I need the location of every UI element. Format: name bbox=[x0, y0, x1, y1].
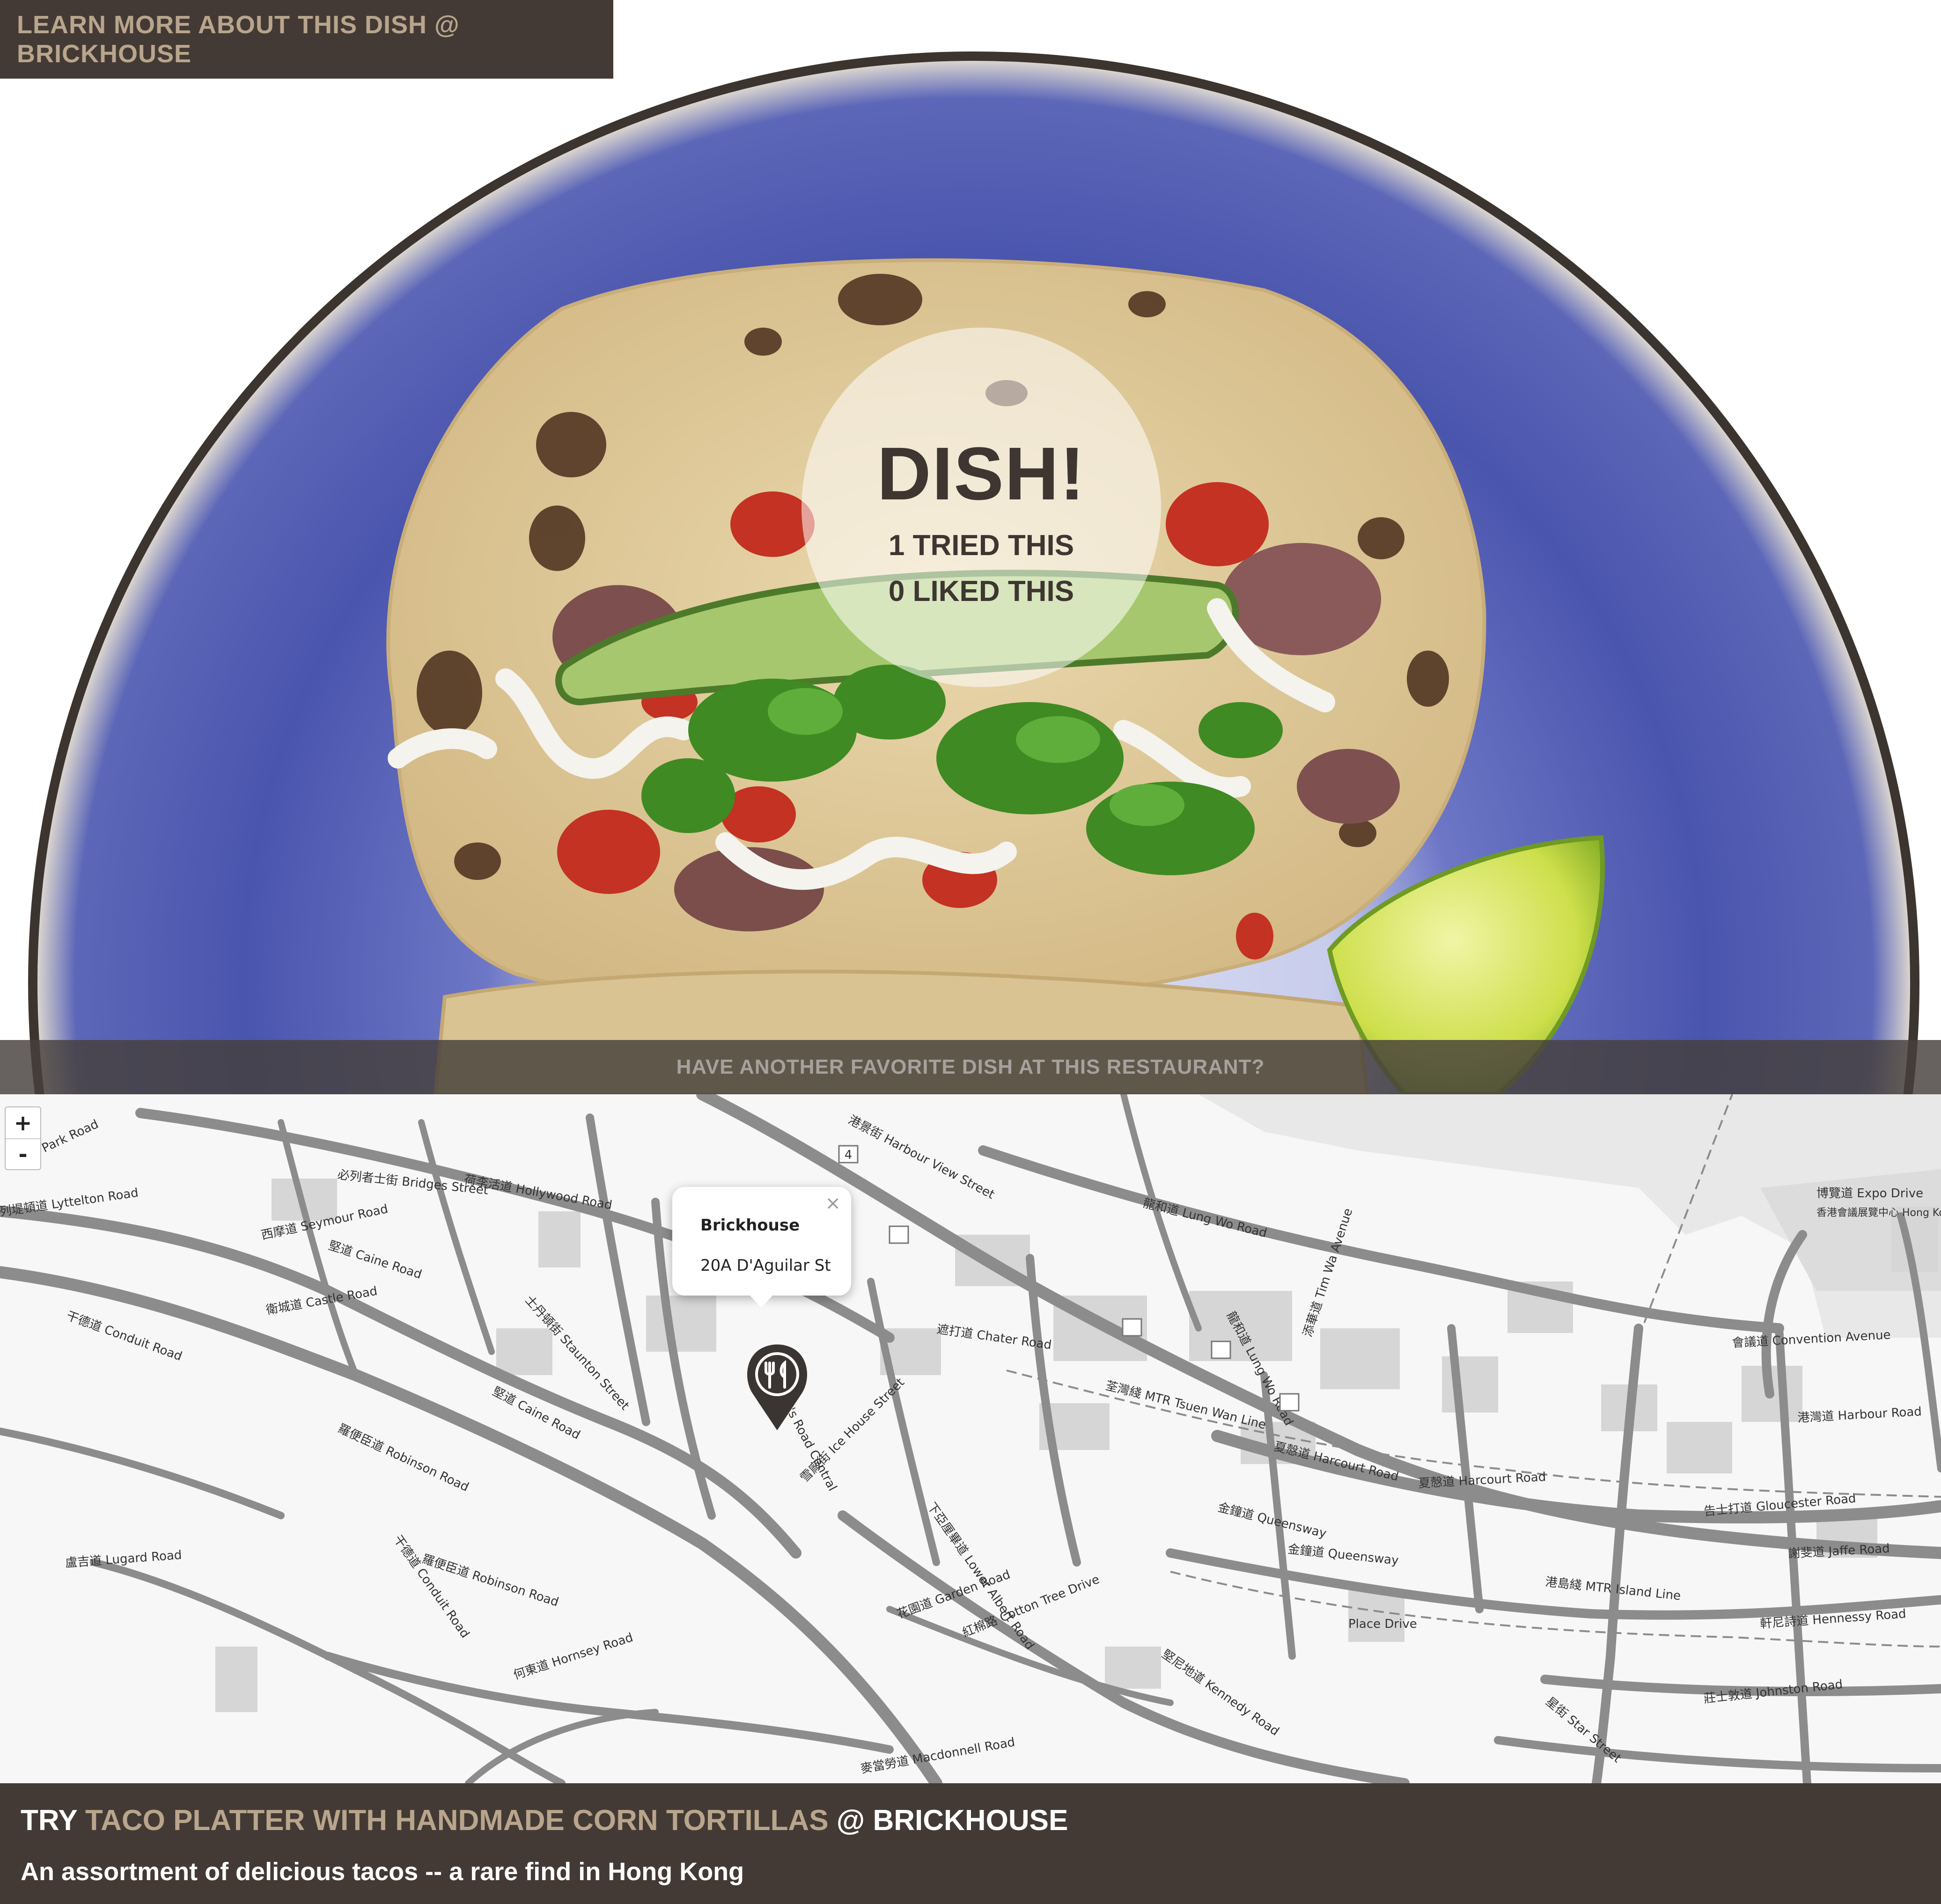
dish-footer: TRY TACO PLATTER WITH HANDMADE CORN TORT… bbox=[0, 1783, 1941, 1904]
map-tiles: Queen's Road Central 荷李活道 Hollywood Road… bbox=[0, 1094, 1941, 1783]
street-label-conduit-road: 干德道 Conduit Road bbox=[65, 1309, 184, 1363]
dish-description: An assortment of delicious tacos -- a ra… bbox=[21, 1858, 744, 1886]
zoom-control: + - bbox=[5, 1106, 41, 1170]
liked-count-label: LIKED THIS bbox=[904, 575, 1074, 608]
street-label-star-street: 星街 Star Street bbox=[1543, 1694, 1624, 1765]
another-dish-link[interactable]: HAVE ANOTHER FAVORITE DISH AT THIS RESTA… bbox=[0, 1040, 1941, 1094]
try-label: TRY bbox=[21, 1804, 85, 1837]
popup-tip bbox=[749, 1295, 773, 1308]
tried-count-label: TRIED THIS bbox=[904, 529, 1074, 562]
map-popup: × Brickhouse 20A D'Aguilar St bbox=[672, 1187, 851, 1296]
street-label-convention-centre: 香港會議展覽中心 Hong Kong Convention and Exhibi… bbox=[1816, 1207, 1941, 1219]
dish-badge[interactable]: DISH! 1 TRIED THIS 0 LIKED THIS bbox=[801, 328, 1161, 687]
dish-hero: LEARN MORE ABOUT THIS DISH @ BRICKHOUSE … bbox=[0, 0, 1941, 1094]
restaurant-map[interactable]: Queen's Road Central 荷李活道 Hollywood Road… bbox=[0, 1094, 1941, 1783]
zoom-in-button[interactable]: + bbox=[6, 1107, 40, 1138]
popup-address: 20A D'Aguilar St bbox=[700, 1256, 831, 1275]
street-label-queensway: 金鐘道 Queensway bbox=[1216, 1501, 1328, 1541]
street-label-place-drive: Place Drive bbox=[1348, 1617, 1417, 1631]
restaurant-name-link[interactable]: BRICKHOUSE bbox=[873, 1804, 1068, 1837]
dish-name-link[interactable]: TACO PLATTER WITH HANDMADE CORN TORTILLA… bbox=[85, 1804, 829, 1837]
restaurant-marker-icon[interactable] bbox=[743, 1342, 811, 1431]
learn-more-button[interactable]: LEARN MORE ABOUT THIS DISH @ BRICKHOUSE bbox=[0, 0, 613, 79]
liked-count: 0 LIKED THIS bbox=[801, 575, 1161, 608]
at-label: @ bbox=[828, 1804, 873, 1837]
street-label-conduit-road-2: 干德道 Conduit Road bbox=[390, 1533, 472, 1641]
street-label-tim-wa-avenue: 添華道 Tim Wa Avenue bbox=[1301, 1207, 1355, 1339]
popup-restaurant-name: Brickhouse bbox=[700, 1216, 800, 1235]
street-label-macdonnell-road: 麥當勞道 Macdonnell Road bbox=[860, 1735, 1016, 1776]
popup-close-button[interactable]: × bbox=[825, 1193, 841, 1214]
street-label-expo-drive: 博覽道 Expo Drive bbox=[1816, 1186, 1923, 1201]
street-label-johnston-road: 莊士敦道 Johnston Road bbox=[1703, 1677, 1844, 1706]
street-label-queensway-2: 金鐘道 Queensway bbox=[1287, 1542, 1399, 1568]
street-label-caine-road: 堅道 Caine Road bbox=[327, 1238, 424, 1282]
zoom-out-button[interactable]: - bbox=[6, 1138, 40, 1169]
street-label-robinson-road: 羅便臣道 Robinson Road bbox=[336, 1421, 471, 1494]
street-label-harbour-road: 港灣道 Harbour Road bbox=[1797, 1405, 1922, 1425]
tried-count: 1 TRIED THIS bbox=[801, 529, 1161, 562]
dish-badge-title: DISH! bbox=[877, 432, 1086, 515]
route-4-label-1: 4 bbox=[845, 1148, 853, 1162]
dish-headline: TRY TACO PLATTER WITH HANDMADE CORN TORT… bbox=[21, 1804, 1068, 1837]
street-label-tsuen-wan-line: 荃灣綫 MTR Tsuen Wan Line bbox=[1104, 1379, 1267, 1432]
street-label-hornsey-road: 何東道 Hornsey Road bbox=[512, 1631, 635, 1683]
liked-count-value: 0 bbox=[888, 575, 905, 608]
tried-count-value: 1 bbox=[888, 529, 905, 562]
street-label-ice-house-street: 雪廠街 Ice House Street bbox=[798, 1376, 907, 1485]
